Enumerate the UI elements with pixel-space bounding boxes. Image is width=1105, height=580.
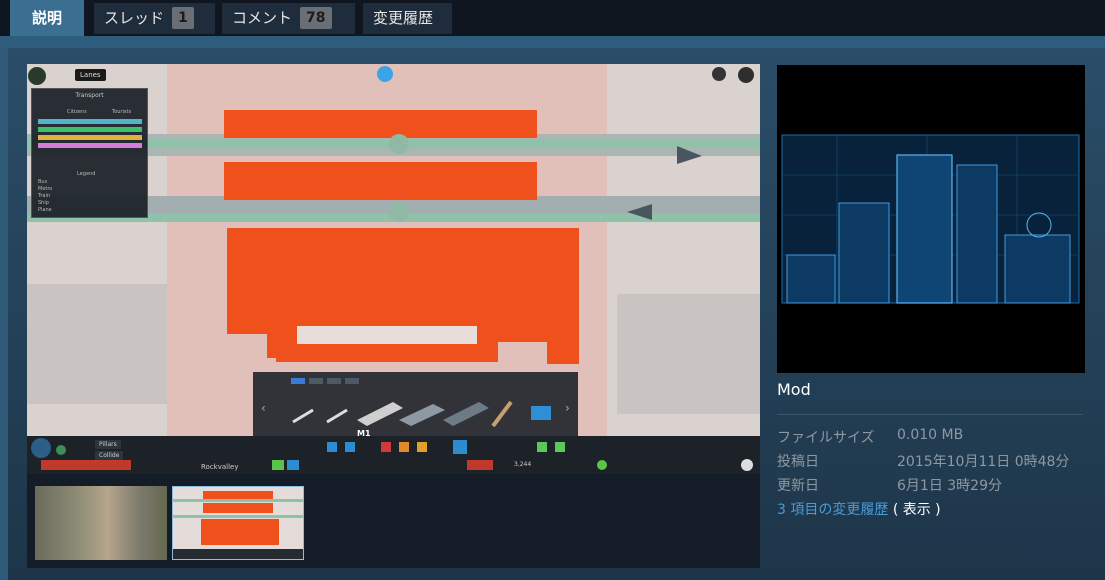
pillars-button[interactable]: Pillars [95, 440, 121, 449]
tourists-header: Tourists [112, 109, 132, 115]
tab-change-history[interactable]: 変更履歴 [363, 3, 452, 34]
legend-item: Train [38, 193, 50, 199]
updated-row: 更新日 6月1日 3時29分 [777, 475, 1002, 495]
transport-row-bus [38, 119, 142, 124]
transport-row-plane [38, 143, 142, 148]
thumbnail-2[interactable] [172, 486, 304, 560]
thumbnail-2-preview [173, 491, 303, 559]
legend-list: Bus Metro Train Ship Plane [38, 179, 52, 214]
posted-row: 投稿日 2015年10月11日 0時48分 [777, 451, 1069, 471]
thumbnail-strip [27, 474, 760, 568]
main-screenshot[interactable]: Lanes Transport Citizens Tourists Legend… [27, 64, 760, 474]
updated-label: 更新日 [777, 478, 819, 494]
details-divider [777, 414, 1083, 415]
change-history-row: 3 項目の変更履歴 ( 表示 ) [777, 499, 941, 519]
comments-count-badge: 78 [300, 7, 332, 29]
legend-title: Legend [77, 171, 96, 177]
transport-row-metro [38, 127, 142, 132]
thumbnail-1[interactable] [35, 486, 167, 560]
tab-comments-label: コメント [232, 9, 293, 27]
citizens-header: Citizens [67, 109, 87, 115]
svg-text:›: › [565, 401, 570, 415]
threads-count-badge: 1 [172, 7, 194, 29]
road-tool-palette[interactable]: ‹ › [253, 372, 578, 438]
legend-item: Plane [38, 207, 52, 213]
updated-value: 6月1日 3時29分 [897, 478, 1002, 494]
blueprint-skyline-illustration [777, 65, 1085, 373]
legend-item: Bus [38, 179, 48, 185]
road-tool-icons: ‹ › [261, 378, 570, 428]
left-edge [0, 48, 8, 580]
media-viewer: Lanes Transport Citizens Tourists Legend… [27, 64, 760, 568]
tab-description-label: 説明 [32, 9, 63, 27]
city-name: Rockvalley [201, 463, 239, 471]
transport-panel: Transport Citizens Tourists Legend Bus M… [31, 88, 148, 218]
game-bar-icons [31, 438, 753, 471]
legend-item: Ship [38, 200, 49, 206]
transport-row-train [38, 135, 142, 140]
svg-text:‹: ‹ [261, 401, 266, 415]
population-readout: 3,244 [514, 461, 532, 468]
collide-button[interactable]: Collide [95, 451, 124, 460]
file-size-label: ファイルサイズ [777, 430, 875, 446]
tab-bar: 説明 スレッド 1 コメント 78 変更履歴 [0, 0, 1105, 38]
tab-threads-label: スレッド [104, 9, 165, 27]
tab-comments[interactable]: コメント 78 [222, 3, 355, 34]
file-size-row: ファイルサイズ 0.010 MB [777, 427, 963, 447]
file-size-value: 0.010 MB [897, 427, 964, 443]
posted-label: 投稿日 [777, 454, 819, 470]
posted-value: 2015年10月11日 0時48分 [897, 454, 1070, 470]
tab-change-history-label: 変更履歴 [373, 9, 434, 27]
lanes-label: Lanes [75, 69, 106, 81]
tab-underline-strip [0, 36, 1105, 48]
legend-item: Metro [38, 186, 53, 192]
show-history-link[interactable]: ( 表示 ) [893, 502, 941, 518]
transport-panel-title: Transport [75, 92, 104, 99]
tab-description[interactable]: 説明 [10, 0, 85, 38]
mod-preview-image [777, 65, 1085, 373]
change-history-link[interactable]: 3 項目の変更履歴 [777, 502, 888, 518]
tab-threads[interactable]: スレッド 1 [94, 3, 215, 34]
item-type-title: Mod [777, 380, 811, 399]
game-bottom-bar: Pillars Collide 3,244 [27, 436, 760, 474]
